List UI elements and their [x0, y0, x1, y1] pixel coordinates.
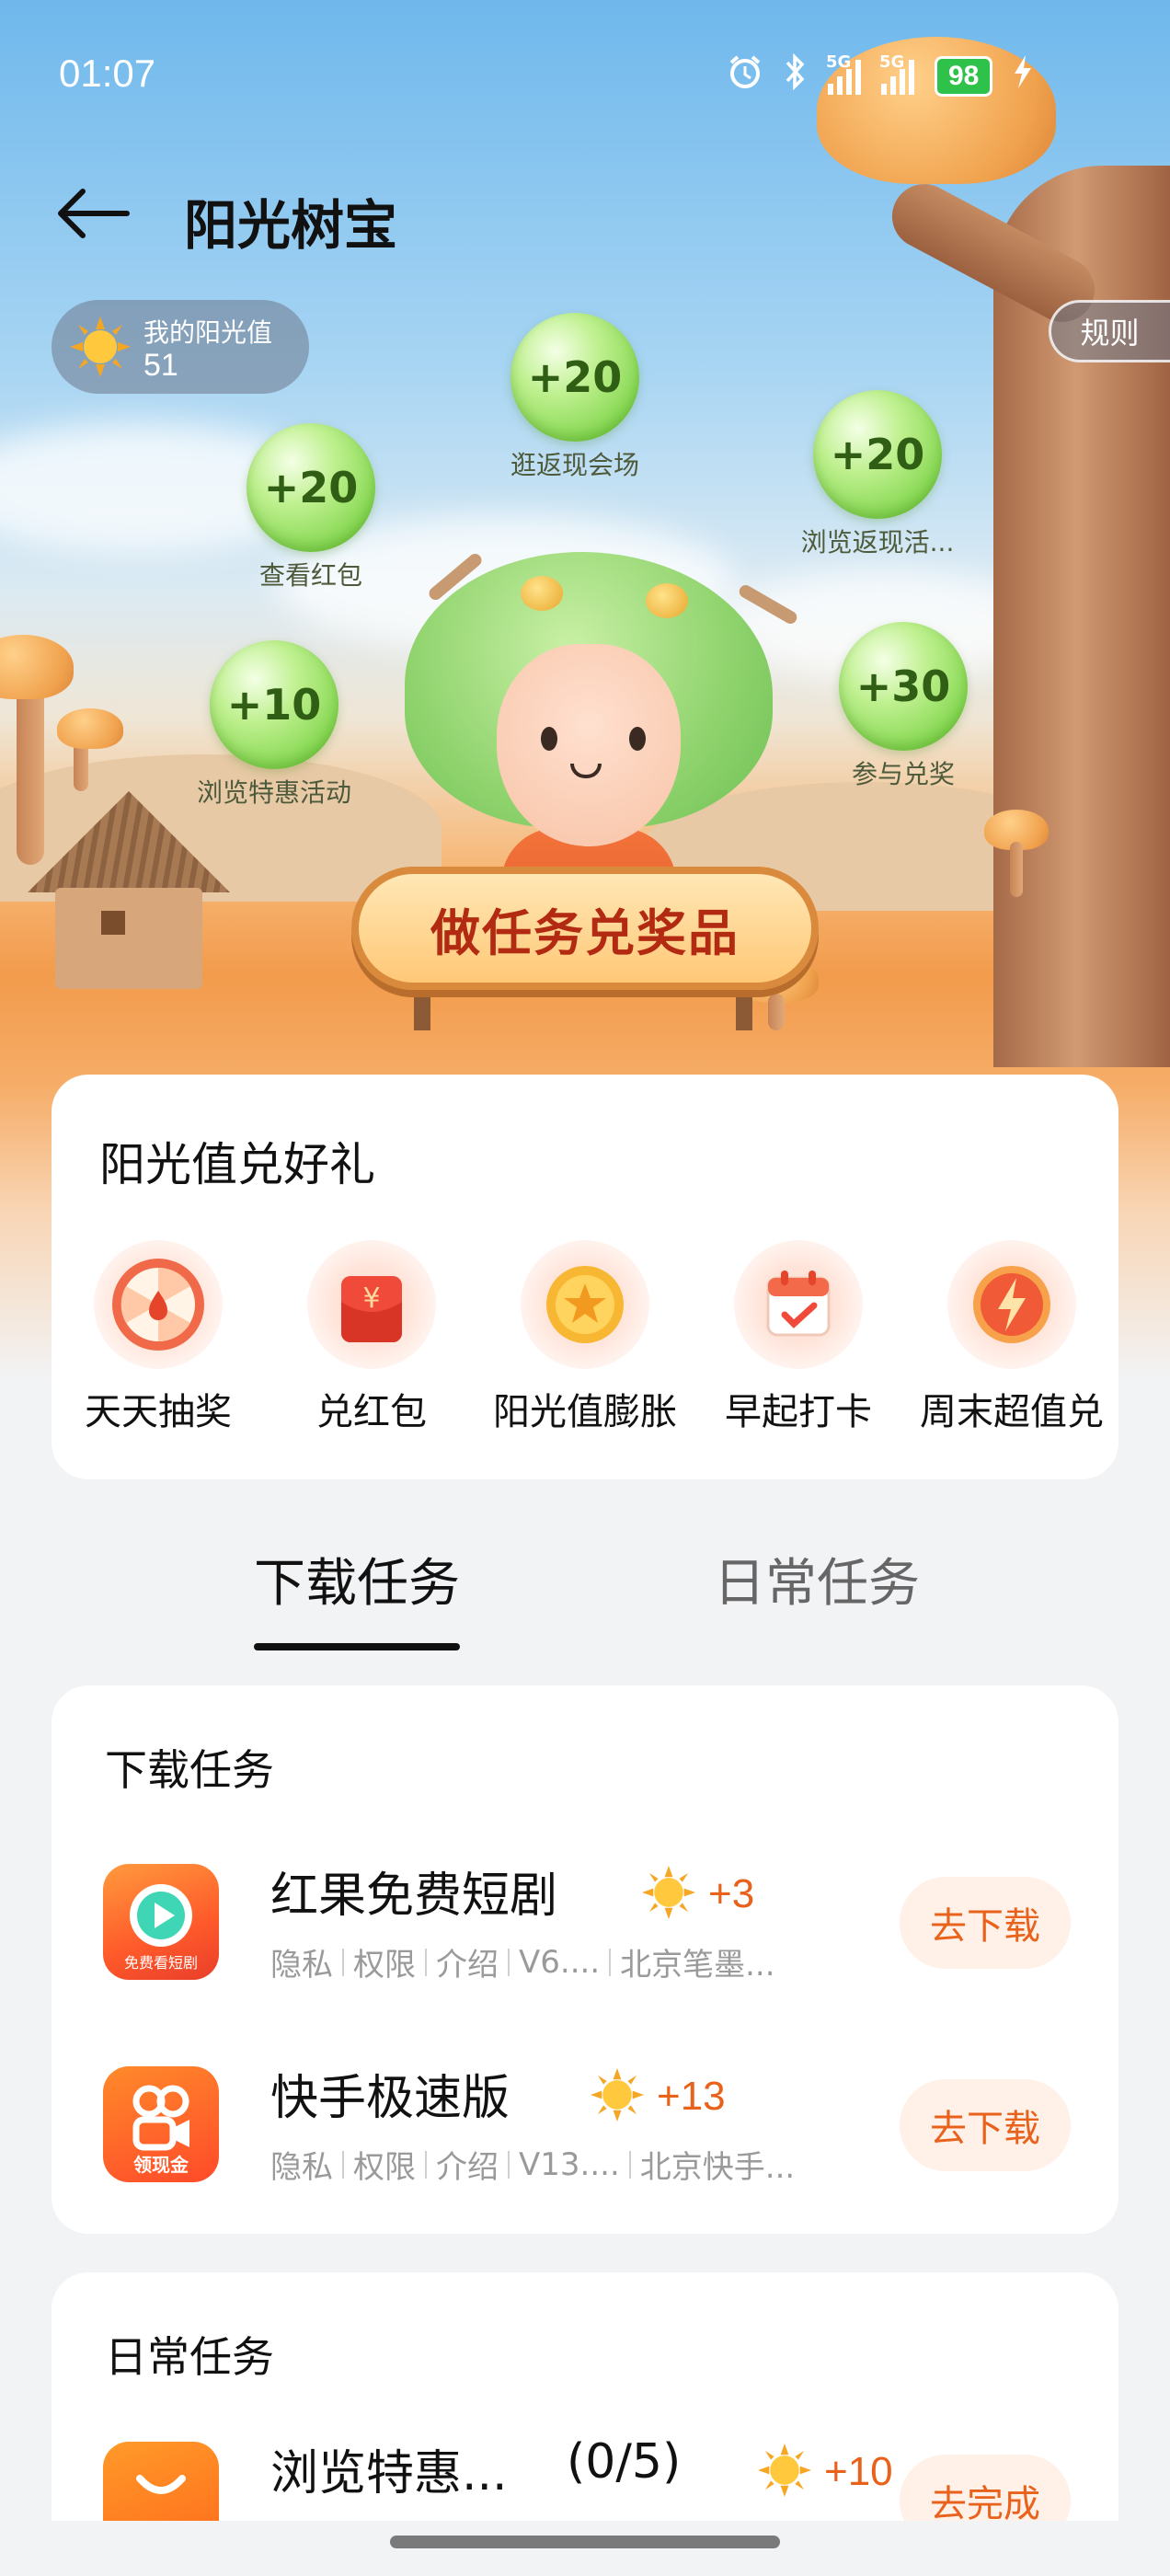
permissions-link[interactable]: 权限	[353, 2142, 416, 2187]
charging-icon	[1013, 53, 1033, 98]
sun-icon	[591, 2068, 644, 2125]
signal-5g-icon: 5G	[826, 52, 861, 95]
reward-label: 天天抽奖	[85, 1391, 232, 1433]
bluetooth-icon	[784, 52, 808, 98]
red-envelope-icon: ¥	[307, 1240, 436, 1369]
back-arrow-icon	[58, 189, 130, 238]
download-button[interactable]: 去下载	[900, 2079, 1071, 2171]
app-version: V6....	[519, 1943, 601, 1981]
sunshine-label: 我的阳光值	[143, 317, 273, 348]
reward-label: 兑红包	[316, 1391, 427, 1433]
bubble-browse-deals[interactable]: +10 浏览特惠活动	[189, 640, 359, 810]
app-version: V13....	[519, 2145, 620, 2183]
app-name: 红果免费短剧	[270, 1869, 558, 1924]
intro-link[interactable]: 介绍	[436, 2142, 499, 2187]
tab-active-indicator	[254, 1643, 460, 1650]
rewards-card: 阳光值兑好礼 天天抽奖 ¥ 兑红包 阳光值膨胀 早起打卡 周末超值兑	[52, 1075, 1118, 1479]
section-title: 下载任务	[105, 1745, 274, 1795]
battery-indicator: 98	[935, 55, 993, 97]
bubble-points: +20	[813, 390, 942, 519]
kuaishou-app-icon: 领现金	[103, 2066, 219, 2182]
reward-points: +10	[824, 2449, 893, 2494]
reward-label: 阳光值膨胀	[493, 1391, 677, 1433]
task-name: 浏览特惠...	[270, 2446, 508, 2501]
sun-icon	[70, 316, 131, 381]
do-tasks-sign-button[interactable]: 做任务兑奖品	[351, 867, 819, 990]
reward-weekend-deal[interactable]: 周末超值兑	[905, 1240, 1118, 1435]
page-title: 阳光树宝	[184, 194, 398, 257]
app-meta: 隐私 权限 介绍 V13.... 北京快手...	[270, 2142, 795, 2187]
privacy-link[interactable]: 隐私	[270, 2142, 333, 2187]
sunshine-value: 51	[143, 348, 178, 383]
bubble-join-prize[interactable]: +30 参与兑奖	[820, 622, 986, 791]
star-coin-icon	[521, 1240, 649, 1369]
alarm-icon	[727, 53, 763, 98]
signal-5g-icon-2: 5G	[879, 52, 914, 95]
app-meta: 隐私 权限 介绍 V6.... 北京笔墨...	[270, 1939, 775, 1984]
status-bar: 01:07 5G 5G 98	[0, 37, 1170, 110]
reward-sunshine-boost[interactable]: 阳光值膨胀	[478, 1240, 692, 1435]
bottom-bar	[0, 2521, 1170, 2576]
task-row-hongguo: 免费看短剧 红果免费短剧 +3 隐私 权限 介绍 V6.... 北京笔墨... …	[52, 1857, 1118, 2004]
permissions-link[interactable]: 权限	[353, 1939, 416, 1984]
rewards-title: 阳光值兑好礼	[99, 1138, 375, 1191]
bubble-points: +30	[839, 622, 968, 751]
app-developer: 北京快手...	[639, 2149, 796, 2186]
bubble-label: 浏览特惠活动	[196, 777, 351, 808]
tab-download-tasks[interactable]: 下载任务	[254, 1542, 460, 1616]
app-name: 快手极速版	[270, 2071, 510, 2126]
download-tasks-card: 下载任务 免费看短剧 红果免费短剧 +3 隐私 权限 介绍 V6.... 北京笔…	[52, 1685, 1118, 2234]
task-tabs: 下载任务 日常任务	[0, 1542, 1170, 1652]
download-button[interactable]: 去下载	[900, 1877, 1071, 1969]
home-indicator[interactable]	[390, 2536, 780, 2548]
reward-early-checkin[interactable]: 早起打卡	[692, 1240, 905, 1435]
reward-label: 周末超值兑	[920, 1391, 1104, 1433]
svg-text:¥: ¥	[362, 1282, 380, 1315]
bubble-browse-cashback[interactable]: +20 浏览返现活...	[795, 390, 960, 559]
section-title: 日常任务	[105, 2332, 274, 2382]
reward-daily-lottery[interactable]: 天天抽奖	[52, 1240, 265, 1435]
hongguo-app-icon: 免费看短剧	[103, 1864, 219, 1980]
app-icon-caption: 免费看短剧	[123, 1954, 198, 1972]
status-time: 01:07	[59, 52, 156, 95]
bubble-label: 浏览返现活...	[800, 527, 955, 558]
bubble-points: +20	[247, 423, 375, 552]
bubble-points: +20	[510, 313, 639, 442]
reward-red-envelope[interactable]: ¥ 兑红包	[265, 1240, 478, 1435]
task-row-kuaishou: 领现金 快手极速版 +13 隐私 权限 介绍 V13.... 北京快手... 去…	[52, 2059, 1118, 2206]
bubble-label: 参与兑奖	[851, 759, 955, 789]
sign-text: 做任务兑奖品	[430, 903, 740, 962]
rules-label: 规则	[1080, 316, 1140, 351]
rules-button[interactable]: 规则	[1049, 300, 1170, 362]
bubble-browse-venue[interactable]: +20 逛返现会场	[492, 313, 658, 482]
my-sunshine-value[interactable]: 我的阳光值 51	[52, 300, 309, 394]
bubble-label: 查看红包	[258, 560, 362, 591]
bubble-points: +10	[210, 640, 338, 769]
reward-points: +13	[657, 2074, 726, 2119]
calendar-icon	[734, 1240, 863, 1369]
wheel-icon	[94, 1240, 223, 1369]
bubble-view-red-packet[interactable]: +20 查看红包	[228, 423, 394, 592]
reward-label: 早起打卡	[725, 1391, 872, 1433]
back-button[interactable]	[53, 184, 131, 243]
app-developer: 北京笔墨...	[620, 1947, 775, 1984]
intro-link[interactable]: 介绍	[436, 1939, 499, 1984]
reward-points: +3	[708, 1871, 755, 1916]
lightning-coupon-icon	[947, 1240, 1076, 1369]
privacy-link[interactable]: 隐私	[270, 1939, 333, 1984]
task-progress: (0/5)	[567, 2434, 682, 2490]
sun-icon	[758, 2444, 811, 2501]
tab-daily-tasks[interactable]: 日常任务	[714, 1542, 920, 1616]
sun-icon	[642, 1866, 695, 1923]
bubble-label: 逛返现会场	[510, 450, 639, 480]
app-icon-caption: 领现金	[133, 2154, 189, 2176]
